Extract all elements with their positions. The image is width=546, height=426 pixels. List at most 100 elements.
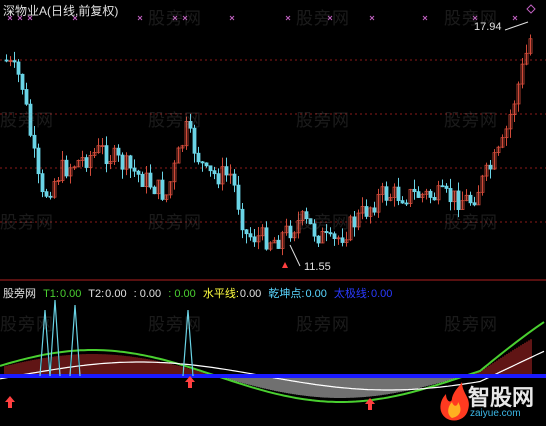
watermark: 股旁网: [0, 315, 54, 334]
candle-body: [240, 208, 245, 231]
candle-body: [488, 164, 493, 170]
candle-body: [24, 89, 29, 105]
candle-body: [160, 179, 165, 200]
candle-body: [288, 225, 293, 239]
indicator-name: 股旁网: [3, 288, 36, 300]
candle-body: [248, 233, 253, 238]
candle-body: [212, 170, 217, 175]
candle-body: [384, 186, 389, 201]
candle-body: [340, 237, 345, 243]
candle-body: [12, 60, 17, 63]
candle-body: [4, 59, 9, 62]
low-marker-icon: [282, 262, 288, 268]
candle-body: [192, 127, 197, 154]
candle-body: [40, 173, 45, 193]
candle-body: [352, 216, 357, 228]
sep-value-1: : 0.00: [133, 288, 162, 300]
candle-body: [364, 206, 369, 217]
watermark: 股旁网: [148, 315, 202, 334]
logo-url: zaiyue.com: [470, 408, 521, 419]
watermark: 股旁网: [444, 9, 498, 28]
candle-body: [196, 152, 201, 163]
candle-body: [208, 165, 213, 172]
candle-body: [116, 147, 121, 156]
candle-body: [200, 161, 205, 164]
price-high-pointer: [504, 21, 529, 31]
candle-body: [456, 190, 461, 210]
signal-x-icon: [285, 15, 291, 21]
qk-label: 乾坤点:: [268, 288, 305, 300]
t2-value: 0.00: [105, 288, 127, 300]
candle-body: [140, 173, 145, 187]
candle-body: [32, 134, 37, 149]
candle-body: [232, 173, 237, 186]
candle-body: [444, 185, 449, 189]
qk-value: 0.00: [305, 288, 327, 300]
level-label: 水平线:: [202, 288, 239, 300]
candle-body: [120, 154, 125, 170]
candle-body: [276, 239, 281, 249]
candle-body: [252, 236, 257, 243]
candle-body: [428, 190, 433, 198]
watermark: 股旁网: [296, 213, 350, 232]
t1-value: 0.00: [59, 288, 82, 300]
ty-label: 太极线:: [333, 288, 370, 300]
watermark: 股旁网: [0, 111, 54, 130]
candle-body: [36, 147, 41, 175]
candle-body: [216, 173, 221, 185]
price-low-label: 11.55: [304, 261, 331, 273]
candle-body: [404, 202, 409, 205]
candle-body: [20, 73, 25, 90]
candle-body: [316, 235, 321, 244]
candle-body: [440, 185, 445, 188]
t1-label: T1:: [43, 288, 59, 300]
candle-body: [236, 184, 241, 210]
candle-body: [148, 172, 153, 188]
watermark: 股旁网: [148, 111, 202, 130]
watermark: 股旁网: [148, 213, 202, 232]
candle-body: [332, 233, 337, 239]
watermark: 股旁网: [296, 315, 350, 334]
candle-body: [44, 191, 49, 197]
up-arrow-icon: [5, 396, 15, 408]
candle-body: [372, 207, 377, 213]
sep-value-2: : 0.00: [168, 288, 196, 300]
signal-x-icon: [512, 15, 518, 21]
t2-label: T2:: [88, 288, 105, 300]
candle-body: [224, 166, 229, 176]
candle-body: [244, 229, 249, 235]
candle-body: [416, 191, 421, 198]
indicator-legend: 股旁网 T1:0.00 T2:0.00 : 0.00 : 0.00 水平线:0.…: [3, 285, 396, 301]
candle-body: [128, 155, 133, 169]
candle-body: [152, 186, 157, 195]
candle-body: [412, 188, 417, 193]
candle-body: [204, 162, 209, 167]
candle-body: [48, 195, 53, 198]
candle-body: [84, 157, 89, 168]
watermark: 股旁网: [444, 111, 498, 130]
signal-x-icon: [229, 15, 235, 21]
candle-body: [136, 170, 141, 175]
level-value: 0.00: [239, 288, 262, 300]
ty-value: 0.00: [370, 288, 393, 300]
candle-body: [432, 197, 437, 201]
watermark: 股旁网: [296, 9, 350, 28]
horizontal-level-line: [0, 374, 546, 378]
candle-body: [132, 167, 137, 172]
signal-diamond-icon: [526, 4, 536, 14]
candle-body: [264, 227, 269, 250]
candle-body: [104, 145, 109, 165]
price-low-pointer: [289, 244, 301, 267]
signal-x-icon: [422, 15, 428, 21]
signal-x-icon: [369, 15, 375, 21]
candle-body: [400, 200, 405, 204]
watermark: 股旁网: [444, 213, 498, 232]
candle-body: [396, 186, 401, 201]
signal-x-icon: [137, 15, 143, 21]
candle-body: [64, 159, 69, 177]
watermark: 股旁网: [444, 315, 498, 334]
candle-body: [448, 188, 453, 203]
candle-body: [16, 61, 21, 75]
candle-body: [472, 202, 477, 206]
watermark: 股旁网: [296, 111, 350, 130]
